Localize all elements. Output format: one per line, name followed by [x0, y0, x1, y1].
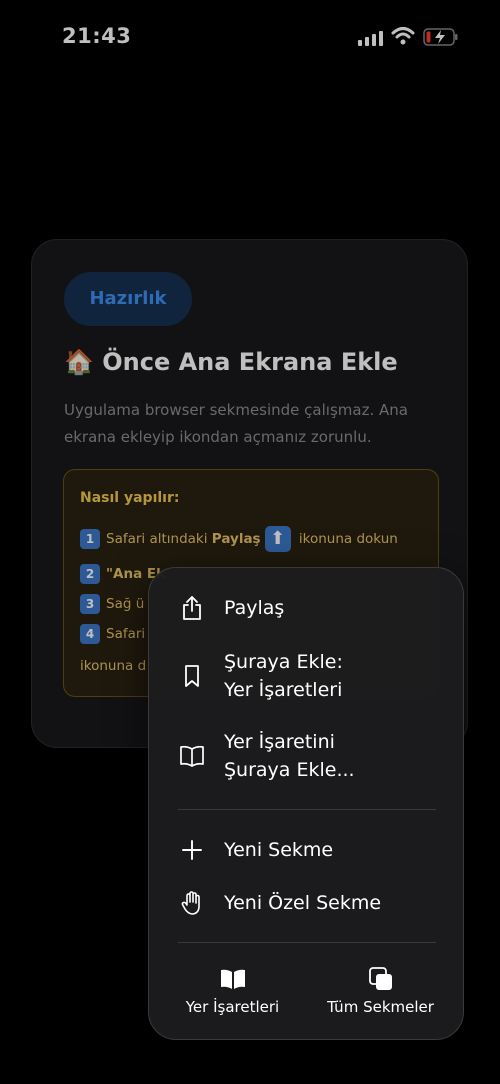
tabs-icon	[368, 967, 392, 990]
menu-item-share[interactable]: Paylaş	[149, 592, 463, 628]
all-tabs-button-label: Tüm Sekmeler	[327, 998, 434, 1016]
menu-item-add-to-reading-line2: Şuraya Ekle...	[224, 759, 355, 781]
menu-item-share-label: Paylaş	[224, 597, 285, 619]
menu-item-add-bookmark-line2: Yer İşaretleri	[224, 679, 343, 701]
menu-item-new-private-tab[interactable]: Yeni Özel Sekme	[149, 887, 463, 923]
menu-item-add-to-reading[interactable]: Yer İşaretini Şuraya Ekle...	[149, 728, 463, 788]
bookmarks-button[interactable]: Yer İşaretleri	[154, 958, 311, 1028]
menu-item-add-to-reading-line1: Yer İşaretini	[224, 731, 335, 753]
hand-icon	[181, 891, 200, 915]
safari-context-menu: Paylaş Şuraya Ekle: Yer İşaretleri Yer İ…	[148, 567, 464, 1040]
menu-item-new-tab[interactable]: Yeni Sekme	[149, 834, 463, 870]
bookmarks-button-label: Yer İşaretleri	[185, 998, 280, 1016]
menu-item-new-tab-label: Yeni Sekme	[224, 839, 334, 861]
bookmark-icon	[185, 665, 199, 687]
menu-divider	[178, 809, 436, 810]
all-tabs-button[interactable]: Tüm Sekmeler	[302, 958, 459, 1028]
menu-divider-bottom	[178, 942, 436, 943]
book-icon	[180, 745, 204, 767]
menu-item-add-bookmark[interactable]: Şuraya Ekle: Yer İşaretleri	[149, 648, 463, 708]
menu-item-new-private-tab-label: Yeni Özel Sekme	[224, 892, 382, 914]
share-icon	[183, 596, 201, 620]
plus-icon	[182, 840, 202, 860]
open-book-icon	[220, 969, 245, 989]
menu-item-add-bookmark-line1: Şuraya Ekle:	[224, 651, 343, 673]
